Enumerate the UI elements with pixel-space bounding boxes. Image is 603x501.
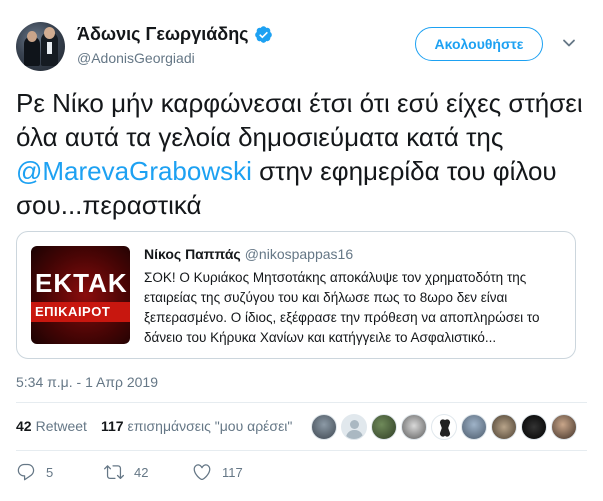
thumbnail-text-top: ΕΚΤΑΚ	[35, 268, 128, 298]
like-count[interactable]: 117	[101, 418, 124, 434]
tweet-header: Άδωνις Γεωργιάδης @AdonisGeorgiadi Ακολο…	[16, 22, 587, 72]
liker-avatar[interactable]	[371, 414, 397, 440]
verified-badge-icon	[254, 26, 272, 43]
retweet-icon[interactable]	[104, 462, 124, 482]
author-avatar[interactable]	[16, 22, 65, 71]
liker-avatar[interactable]	[311, 414, 337, 440]
reply-count: 5	[46, 464, 54, 480]
follow-button[interactable]: Ακολουθήστε	[415, 27, 543, 61]
like-action-count: 117	[222, 464, 243, 480]
thumbnail-text-bottom: ΕΠΙΚΑΙΡΟΤ	[35, 304, 111, 319]
author-handle[interactable]: @AdonisGeorgiadi	[77, 50, 195, 66]
author-name-row: Άδωνις Γεωργιάδης	[77, 24, 273, 45]
tweet-stats: 42 Retweet 117 επισημάνσεις "μου αρέσει"	[16, 418, 292, 434]
like-icon[interactable]	[192, 462, 212, 482]
tweet-text-part: Ρε Νίκο μήν καρφώνεσαι έτσι ότι εσύ είχε…	[16, 88, 583, 152]
liker-avatar[interactable]	[401, 414, 427, 440]
liker-avatar[interactable]	[461, 414, 487, 440]
quoted-author-name: Νίκος Παππάς	[144, 246, 241, 262]
quoted-tweet-thumbnail: ΕΚΤΑΚ ΕΠΙΚΑΙΡΟΤ	[31, 246, 130, 344]
mention-link[interactable]: @MarevaGrabowski	[16, 156, 252, 186]
retweet-action-count: 42	[134, 464, 149, 480]
reply-action[interactable]: 5	[16, 462, 104, 482]
author-display-name[interactable]: Άδωνις Γεωργιάδης	[77, 24, 249, 45]
divider	[16, 450, 587, 451]
retweet-action[interactable]: 42	[104, 462, 192, 482]
reply-icon[interactable]	[16, 462, 36, 482]
liker-avatar[interactable]	[551, 414, 577, 440]
quoted-tweet[interactable]: ΕΚΤΑΚ ΕΠΙΚΑΙΡΟΤ Νίκος Παππάς @nikospappas…	[16, 231, 576, 359]
tweet-timestamp[interactable]: 5:34 π.μ. - 1 Απρ 2019	[16, 374, 158, 390]
divider	[16, 402, 587, 403]
retweet-count[interactable]: 42	[16, 418, 32, 434]
like-action[interactable]: 117	[192, 462, 280, 482]
tweet-actions: 5 42 117	[16, 462, 280, 482]
liker-avatars	[311, 414, 581, 440]
quoted-tweet-text: ΣΟΚ! Ο Κυριάκος Μητσοτάκης αποκάλυψε τον…	[144, 270, 540, 345]
liker-avatar[interactable]	[341, 414, 367, 440]
like-label[interactable]: επισημάνσεις "μου αρέσει"	[128, 418, 293, 434]
liker-avatar[interactable]	[491, 414, 517, 440]
chevron-down-icon[interactable]	[562, 36, 576, 50]
retweet-label[interactable]: Retweet	[36, 418, 87, 434]
quoted-author: Νίκος Παππάς @nikospappas16	[144, 246, 353, 262]
tweet-text: Ρε Νίκο μήν καρφώνεσαι έτσι ότι εσύ είχε…	[16, 86, 591, 222]
quoted-author-handle: @nikospappas16	[244, 246, 354, 262]
liker-avatar[interactable]	[521, 414, 547, 440]
liker-avatar[interactable]	[431, 414, 457, 440]
